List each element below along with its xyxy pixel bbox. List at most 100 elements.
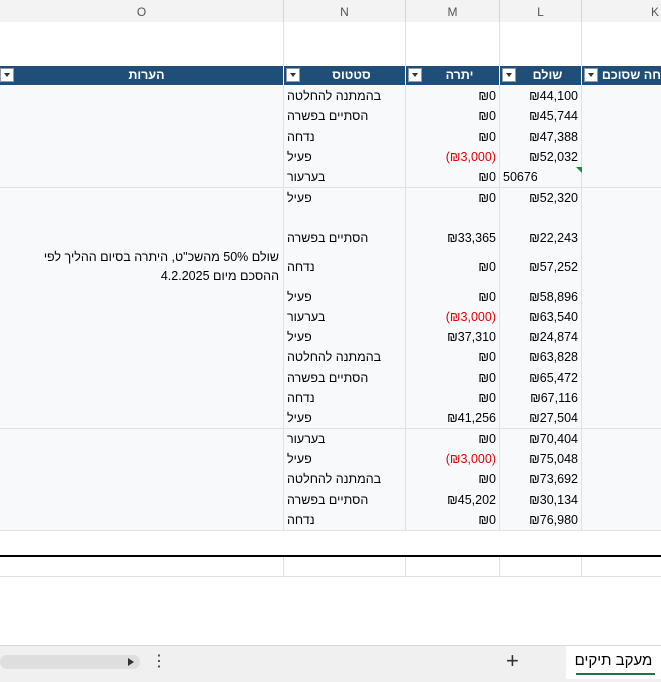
balance-cell[interactable]: (₪3,000) (406, 306, 500, 327)
agreed-cell[interactable] (582, 368, 661, 388)
notes-cell[interactable] (0, 306, 284, 327)
paid-cell[interactable] (500, 207, 582, 229)
balance-cell[interactable]: ₪33,365 (406, 228, 500, 249)
balance-cell[interactable] (406, 207, 500, 229)
agreed-cell[interactable] (582, 489, 661, 509)
status-cell[interactable]: נדחה (284, 509, 406, 530)
status-cell[interactable]: פעיל (284, 146, 406, 168)
status-cell[interactable]: בערעור (284, 167, 406, 188)
notes-cell[interactable] (0, 167, 284, 188)
agreed-cell[interactable] (582, 147, 661, 167)
paid-cell[interactable]: ₪24,874 (500, 327, 582, 348)
column-header-O[interactable]: O (0, 0, 284, 22)
cell[interactable] (406, 557, 500, 576)
balance-cell[interactable]: ₪0 (406, 428, 500, 449)
notes-cell[interactable] (0, 469, 284, 490)
status-cell[interactable]: פעיל (284, 448, 406, 470)
notes-cell[interactable] (0, 286, 284, 307)
agreed-cell[interactable] (582, 388, 661, 408)
balance-cell[interactable]: ₪0 (406, 167, 500, 188)
paid-cell[interactable]: ₪22,243 (500, 228, 582, 249)
horizontal-scrollbar[interactable] (0, 655, 140, 669)
paid-cell[interactable]: ₪52,032 (500, 146, 582, 168)
balance-cell[interactable]: ₪41,256 (406, 408, 500, 429)
paid-cell[interactable]: ₪67,116 (500, 387, 582, 409)
balance-cell[interactable]: ₪0 (406, 347, 500, 368)
status-cell[interactable]: הסתיים בפשרה (284, 367, 406, 388)
status-cell[interactable]: בהמתנה להחלטה (284, 469, 406, 490)
status-cell[interactable]: נדחה (284, 126, 406, 147)
notes-cell[interactable] (0, 448, 284, 470)
notes-cell[interactable] (0, 106, 284, 127)
agreed-cell[interactable] (582, 286, 661, 306)
status-cell[interactable]: נדחה (284, 248, 406, 287)
balance-cell[interactable]: ₪0 (406, 509, 500, 530)
status-cell[interactable]: בערעור (284, 306, 406, 327)
balance-cell[interactable]: ₪0 (406, 387, 500, 409)
status-cell[interactable] (284, 207, 406, 229)
balance-cell[interactable]: ₪0 (406, 106, 500, 127)
error-indicator-icon[interactable] (576, 167, 582, 174)
column-header-K[interactable]: K (582, 0, 661, 22)
agreed-cell[interactable] (582, 248, 661, 286)
paid-cell[interactable]: ₪76,980 (500, 509, 582, 530)
notes-cell[interactable] (0, 347, 284, 368)
paid-cell[interactable]: ₪75,048 (500, 448, 582, 470)
sheet-tab-case-tracking[interactable]: מעקב תיקים (566, 646, 661, 679)
balance-cell[interactable]: (₪3,000) (406, 448, 500, 470)
agreed-cell[interactable] (582, 347, 661, 367)
notes-cell[interactable] (0, 408, 284, 429)
agreed-cell[interactable] (582, 449, 661, 469)
notes-cell[interactable] (0, 228, 284, 249)
agreed-cell[interactable] (582, 469, 661, 489)
balance-cell[interactable]: ₪45,202 (406, 489, 500, 510)
paid-cell[interactable]: ₪27,504 (500, 408, 582, 429)
balance-cell[interactable]: ₪0 (406, 286, 500, 307)
status-cell[interactable]: פעיל (284, 327, 406, 348)
cell[interactable] (0, 557, 284, 576)
notes-cell[interactable] (0, 428, 284, 449)
filter-dropdown-icon[interactable] (0, 68, 14, 82)
balance-cell[interactable]: (₪3,000) (406, 146, 500, 168)
filter-dropdown-icon[interactable] (408, 68, 422, 82)
notes-cell[interactable] (0, 187, 284, 208)
status-cell[interactable]: בהמתנה להחלטה (284, 86, 406, 107)
notes-cell[interactable] (0, 146, 284, 168)
filter-dropdown-icon[interactable] (286, 68, 300, 82)
agreed-cell[interactable] (582, 307, 661, 327)
status-cell[interactable]: הסתיים בפשרה (284, 489, 406, 510)
more-options-icon[interactable]: ⋮ (151, 651, 167, 671)
column-header-L[interactable]: L (500, 0, 582, 22)
agreed-cell[interactable] (582, 86, 661, 106)
agreed-cell[interactable] (582, 429, 661, 449)
filter-dropdown-icon[interactable] (502, 68, 516, 82)
status-cell[interactable]: פעיל (284, 408, 406, 429)
paid-cell[interactable]: ₪52,320 (500, 187, 582, 208)
notes-cell[interactable] (0, 207, 284, 229)
cell[interactable] (284, 22, 406, 66)
agreed-cell[interactable] (582, 167, 661, 187)
agreed-cell[interactable] (582, 188, 661, 208)
notes-cell[interactable] (0, 126, 284, 147)
agreed-cell[interactable] (582, 327, 661, 347)
agreed-cell[interactable] (582, 127, 661, 147)
paid-cell[interactable]: ₪63,540 (500, 306, 582, 327)
balance-cell[interactable]: ₪0 (406, 367, 500, 388)
paid-cell[interactable]: ₪57,252 (500, 248, 582, 287)
agreed-cell[interactable] (582, 408, 661, 428)
paid-cell[interactable]: ₪47,388 (500, 126, 582, 147)
add-sheet-button[interactable]: + (506, 648, 519, 674)
notes-cell[interactable] (0, 367, 284, 388)
column-header-M[interactable]: M (406, 0, 500, 22)
balance-cell[interactable]: ₪0 (406, 126, 500, 147)
notes-cell[interactable] (0, 489, 284, 510)
notes-cell[interactable]: שולם 50% מהשכ"ט, היתרה בסיום ההליך לפי ה… (0, 248, 284, 287)
balance-cell[interactable]: ₪0 (406, 248, 500, 287)
status-cell[interactable]: הסתיים בפשרה (284, 228, 406, 249)
status-cell[interactable]: הסתיים בפשרה (284, 106, 406, 127)
balance-cell[interactable]: ₪0 (406, 469, 500, 490)
paid-cell[interactable]: ₪63,828 (500, 347, 582, 368)
paid-cell[interactable]: ₪45,744 (500, 106, 582, 127)
paid-cell[interactable]: 50676 (500, 167, 582, 188)
paid-cell[interactable]: ₪73,692 (500, 469, 582, 490)
